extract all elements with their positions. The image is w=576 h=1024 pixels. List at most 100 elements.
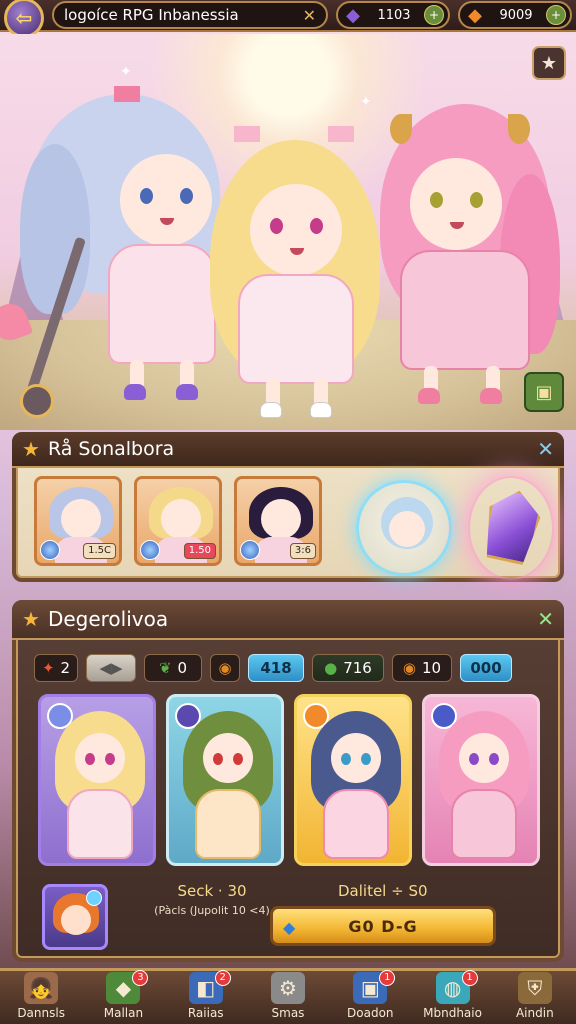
nav-icon: ⚙ bbox=[270, 972, 305, 1004]
close-title-button[interactable]: ✕ bbox=[303, 6, 316, 25]
recruited-hero-card[interactable]: 1.50 bbox=[134, 476, 222, 566]
add-gold-button[interactable]: + bbox=[546, 5, 566, 25]
nav-item-doadon[interactable]: ▣ Doadon 1 bbox=[329, 970, 411, 1022]
bag-icon: ▣ bbox=[535, 381, 553, 403]
recruited-close-button[interactable]: ✕ bbox=[537, 437, 554, 461]
resource-stat-row: ✦ 2 ◀▶ ❦ 0 ◉ 418 ● 716 ◉ 10 000 bbox=[16, 640, 560, 686]
favorite-star-button[interactable]: ★ bbox=[532, 46, 566, 80]
resource-icon: ◉ bbox=[402, 659, 416, 677]
hero-character-pink[interactable] bbox=[380, 94, 560, 414]
sparkle-icon: ✦ bbox=[360, 94, 372, 110]
pack-subtitle: (Pàcls (Jupolit 10 <4) bbox=[154, 904, 270, 917]
sparkle-icon: ✦ bbox=[120, 64, 132, 80]
go-button-label: G0 D-G bbox=[348, 916, 418, 936]
purple-crystal-icon[interactable] bbox=[468, 476, 554, 580]
gem-currency: ◆ 1103 + bbox=[336, 1, 450, 29]
arrow-left-icon: ⇦ bbox=[15, 6, 33, 30]
diamond-icon: ◆ bbox=[283, 918, 297, 937]
recruited-hero-card[interactable]: 1.5C bbox=[34, 476, 122, 566]
hero-card-orange[interactable] bbox=[42, 884, 108, 950]
orange-crystal-icon: ◆ bbox=[468, 4, 482, 26]
game-title: logoíce RPG Inbanessia bbox=[64, 6, 239, 24]
hero-card-row bbox=[16, 686, 560, 866]
inventory-bag-button[interactable]: ▣ bbox=[524, 372, 564, 412]
resource-icon: ◀▶ bbox=[99, 659, 123, 677]
add-gems-button[interactable]: + bbox=[424, 5, 444, 25]
back-button[interactable]: ⇦ bbox=[4, 0, 44, 38]
dalitel-label: Dalitel ÷ S0 bbox=[338, 882, 428, 900]
recruit-panel-header: ★ Degerolivoa ✕ bbox=[12, 600, 564, 640]
nav-label: Mallan bbox=[103, 1006, 144, 1020]
notification-badge: 2 bbox=[214, 970, 231, 986]
nav-icon: ⛨ bbox=[517, 972, 552, 1004]
nav-icon: 👧 bbox=[24, 972, 59, 1004]
pack-info: Seck · 30 (Pàcls (Jupolit 10 <4) bbox=[152, 882, 272, 917]
star-icon: ★ bbox=[22, 607, 40, 631]
nav-label: Smas bbox=[271, 1006, 305, 1020]
nav-label: Raiias bbox=[187, 1006, 224, 1020]
resource-stat: ◉ bbox=[210, 654, 240, 682]
resource-value: 10 bbox=[422, 659, 442, 677]
element-gem-icon bbox=[240, 540, 260, 560]
resource-icon: ✦ bbox=[41, 659, 55, 677]
nav-label: Doadon bbox=[347, 1006, 394, 1020]
card-level-tag: 1.50 bbox=[183, 543, 216, 559]
nav-label: Dannsls bbox=[17, 1006, 65, 1020]
resource-value: 000 bbox=[470, 659, 502, 677]
nav-item-raiias[interactable]: ◧ Raiias 2 bbox=[165, 970, 247, 1022]
game-title-bar: logoíce RPG Inbanessia ✕ bbox=[52, 1, 328, 29]
spirit-character-portal[interactable] bbox=[356, 480, 452, 576]
hero-card-green[interactable] bbox=[166, 694, 284, 866]
element-gem-icon bbox=[40, 540, 60, 560]
element-gem-icon bbox=[140, 540, 160, 560]
hero-scene: ✦ ✦ ✧ ✧ bbox=[0, 34, 576, 430]
resource-value: 418 bbox=[260, 659, 292, 677]
resource-value: 0 bbox=[177, 659, 188, 677]
star-icon: ★ bbox=[22, 437, 40, 461]
resource-stat: ◀▶ bbox=[86, 654, 136, 682]
resource-stat: 000 bbox=[460, 654, 512, 682]
recruited-hero-card[interactable]: 3:6 bbox=[234, 476, 322, 566]
recruited-panel: ★ Rå Sonalbora ✕ 1.5C 1.50 3:6 bbox=[12, 432, 564, 582]
go-recruit-button[interactable]: ◆ G0 D-G bbox=[270, 906, 496, 946]
hero-card-blue[interactable] bbox=[294, 694, 412, 866]
card-level-tag: 3:6 bbox=[289, 543, 316, 559]
nav-item-mbndhaio[interactable]: ◍ Mbndhaio 1 bbox=[412, 970, 494, 1022]
resource-stat: ● 716 bbox=[312, 654, 384, 682]
element-gem-icon bbox=[86, 890, 102, 906]
resource-icon: ● bbox=[324, 659, 338, 677]
resource-value: 716 bbox=[343, 659, 372, 677]
hero-character-blonde[interactable] bbox=[210, 124, 380, 424]
gold-currency: ◆ 9009 + bbox=[458, 1, 572, 29]
hero-card-blonde[interactable] bbox=[38, 694, 156, 866]
hero-character-silver[interactable] bbox=[20, 84, 220, 418]
notification-badge: 1 bbox=[379, 970, 396, 986]
nav-item-aindin[interactable]: ⛨ Aindin bbox=[494, 970, 576, 1022]
star-icon: ★ bbox=[540, 52, 558, 74]
bottom-navigation: 👧 Dannsls ◆ Mallan 3 ◧ Raiias 2 ⚙ Smas ▣ Doadon 1 ◍ Mb… bbox=[0, 968, 576, 1024]
resource-stat: 418 bbox=[248, 654, 304, 682]
recruit-panel: ★ Degerolivoa ✕ ✦ 2 ◀▶ ❦ 0 ◉ 418 ● 716 ◉ 10 000 bbox=[12, 600, 564, 962]
gold-amount: 9009 bbox=[499, 7, 533, 23]
gem-amount: 1103 bbox=[377, 7, 411, 23]
notification-badge: 1 bbox=[461, 970, 478, 986]
resource-icon: ◉ bbox=[218, 659, 232, 677]
hero-card-pink[interactable] bbox=[422, 694, 540, 866]
recruit-panel-title: Degerolivoa bbox=[47, 607, 169, 631]
nav-item-mallan[interactable]: ◆ Mallan 3 bbox=[82, 970, 164, 1022]
resource-stat: ✦ 2 bbox=[34, 654, 78, 682]
purple-gem-icon: ◆ bbox=[346, 4, 360, 26]
resource-icon: ❦ bbox=[158, 659, 172, 677]
recruited-panel-header: ★ Rå Sonalbora ✕ bbox=[12, 432, 564, 468]
nav-label: Mbndhaio bbox=[423, 1006, 482, 1020]
nav-label: Aindin bbox=[515, 1006, 554, 1020]
recruited-panel-title: Rå Sonalbora bbox=[47, 438, 175, 460]
resource-stat: ◉ 10 bbox=[392, 654, 452, 682]
recruit-close-button[interactable]: ✕ bbox=[537, 607, 554, 631]
resource-value: 2 bbox=[60, 659, 71, 677]
top-bar: ⇦ logoíce RPG Inbanessia ✕ ◆ 1103 + ◆ 90… bbox=[0, 0, 576, 38]
card-level-tag: 1.5C bbox=[83, 543, 116, 559]
nav-item-dannsls[interactable]: 👧 Dannsls bbox=[0, 970, 82, 1022]
notification-badge: 3 bbox=[132, 970, 149, 986]
nav-item-smas[interactable]: ⚙ Smas bbox=[247, 970, 329, 1022]
